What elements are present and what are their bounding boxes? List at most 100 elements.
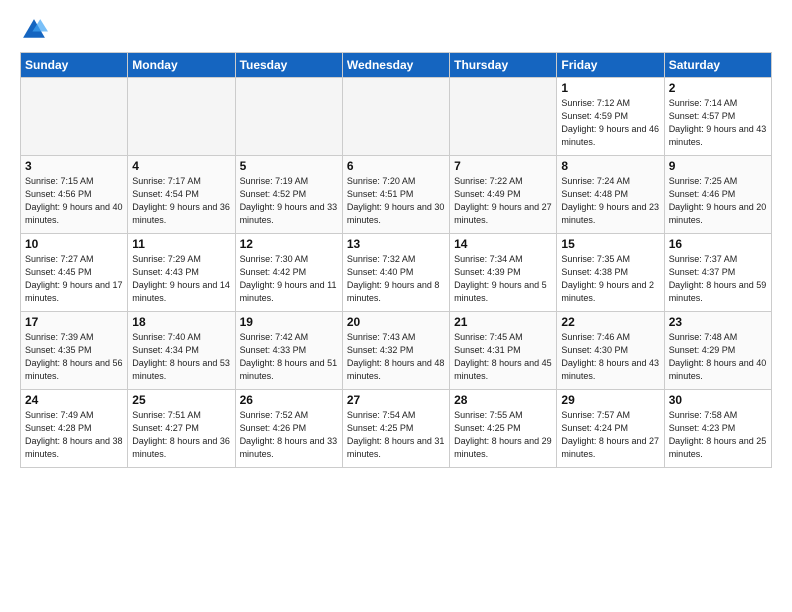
weekday-header-friday: Friday <box>557 53 664 78</box>
day-info: Sunrise: 7:55 AM Sunset: 4:25 PM Dayligh… <box>454 409 552 461</box>
calendar-cell <box>21 78 128 156</box>
day-number: 16 <box>669 237 767 251</box>
day-number: 28 <box>454 393 552 407</box>
calendar-week-5: 24Sunrise: 7:49 AM Sunset: 4:28 PM Dayli… <box>21 390 772 468</box>
calendar-cell: 26 Sunrise: 7:52 AM Sunset: 4:26 PM Dayli… <box>235 390 342 468</box>
day-info: Sunrise: 7:48 AM Sunset: 4:29 PM Dayligh… <box>669 331 767 383</box>
day-info: Sunrise: 7:30 AM Sunset: 4:42 PM Dayligh… <box>240 253 338 305</box>
weekday-header-thursday: Thursday <box>450 53 557 78</box>
day-number: 15 <box>561 237 659 251</box>
day-info: Sunrise: 7:19 AM Sunset: 4:52 PM Dayligh… <box>240 175 338 227</box>
day-info: Sunrise: 7:58 AM Sunset: 4:23 PM Dayligh… <box>669 409 767 461</box>
day-number: 17 <box>25 315 123 329</box>
day-number: 4 <box>132 159 230 173</box>
calendar-cell: 2 Sunrise: 7:14 AM Sunset: 4:57 PM Daylig… <box>664 78 771 156</box>
calendar-cell: 3 Sunrise: 7:15 AM Sunset: 4:56 PM Daylig… <box>21 156 128 234</box>
calendar-week-1: 1 Sunrise: 7:12 AM Sunset: 4:59 PM Daylig… <box>21 78 772 156</box>
calendar-cell <box>235 78 342 156</box>
weekday-header-monday: Monday <box>128 53 235 78</box>
calendar-table: SundayMondayTuesdayWednesdayThursdayFrid… <box>20 52 772 468</box>
calendar-cell: 15 Sunrise: 7:35 AM Sunset: 4:38 PM Dayli… <box>557 234 664 312</box>
day-info: Sunrise: 7:43 AM Sunset: 4:32 PM Dayligh… <box>347 331 445 383</box>
day-info: Sunrise: 7:37 AM Sunset: 4:37 PM Dayligh… <box>669 253 767 305</box>
calendar-cell: 5 Sunrise: 7:19 AM Sunset: 4:52 PM Daylig… <box>235 156 342 234</box>
day-info: Sunrise: 7:17 AM Sunset: 4:54 PM Dayligh… <box>132 175 230 227</box>
day-number: 21 <box>454 315 552 329</box>
day-number: 10 <box>25 237 123 251</box>
calendar-cell: 10 Sunrise: 7:27 AM Sunset: 4:45 PM Dayli… <box>21 234 128 312</box>
calendar-cell: 24Sunrise: 7:49 AM Sunset: 4:28 PM Dayli… <box>21 390 128 468</box>
day-info: Sunrise: 7:14 AM Sunset: 4:57 PM Dayligh… <box>669 97 767 149</box>
day-info: Sunrise: 7:20 AM Sunset: 4:51 PM Dayligh… <box>347 175 445 227</box>
day-number: 11 <box>132 237 230 251</box>
day-info: Sunrise: 7:35 AM Sunset: 4:38 PM Dayligh… <box>561 253 659 305</box>
day-number: 25 <box>132 393 230 407</box>
day-info: Sunrise: 7:57 AM Sunset: 4:24 PM Dayligh… <box>561 409 659 461</box>
day-info: Sunrise: 7:29 AM Sunset: 4:43 PM Dayligh… <box>132 253 230 305</box>
day-info: Sunrise: 7:24 AM Sunset: 4:48 PM Dayligh… <box>561 175 659 227</box>
day-number: 30 <box>669 393 767 407</box>
day-info: Sunrise: 7:22 AM Sunset: 4:49 PM Dayligh… <box>454 175 552 227</box>
day-info: Sunrise: 7:27 AM Sunset: 4:45 PM Dayligh… <box>25 253 123 305</box>
day-info: Sunrise: 7:32 AM Sunset: 4:40 PM Dayligh… <box>347 253 445 305</box>
day-info: Sunrise: 7:49 AM Sunset: 4:28 PM Dayligh… <box>25 409 123 461</box>
day-info: Sunrise: 7:40 AM Sunset: 4:34 PM Dayligh… <box>132 331 230 383</box>
calendar-header-row: SundayMondayTuesdayWednesdayThursdayFrid… <box>21 53 772 78</box>
calendar-cell <box>450 78 557 156</box>
day-number: 22 <box>561 315 659 329</box>
day-info: Sunrise: 7:42 AM Sunset: 4:33 PM Dayligh… <box>240 331 338 383</box>
day-info: Sunrise: 7:15 AM Sunset: 4:56 PM Dayligh… <box>25 175 123 227</box>
day-number: 5 <box>240 159 338 173</box>
day-info: Sunrise: 7:34 AM Sunset: 4:39 PM Dayligh… <box>454 253 552 305</box>
calendar-cell: 21 Sunrise: 7:45 AM Sunset: 4:31 PM Dayli… <box>450 312 557 390</box>
calendar-cell: 29 Sunrise: 7:57 AM Sunset: 4:24 PM Dayli… <box>557 390 664 468</box>
logo <box>20 16 52 44</box>
calendar-cell: 14Sunrise: 7:34 AM Sunset: 4:39 PM Dayli… <box>450 234 557 312</box>
calendar-cell <box>128 78 235 156</box>
calendar-cell: 25 Sunrise: 7:51 AM Sunset: 4:27 PM Dayli… <box>128 390 235 468</box>
day-number: 9 <box>669 159 767 173</box>
day-info: Sunrise: 7:54 AM Sunset: 4:25 PM Dayligh… <box>347 409 445 461</box>
logo-icon <box>20 16 48 44</box>
calendar-cell: 17Sunrise: 7:39 AM Sunset: 4:35 PM Dayli… <box>21 312 128 390</box>
header <box>20 16 772 44</box>
calendar-cell: 12 Sunrise: 7:30 AM Sunset: 4:42 PM Dayli… <box>235 234 342 312</box>
day-number: 1 <box>561 81 659 95</box>
day-info: Sunrise: 7:52 AM Sunset: 4:26 PM Dayligh… <box>240 409 338 461</box>
day-number: 7 <box>454 159 552 173</box>
calendar-cell: 4 Sunrise: 7:17 AM Sunset: 4:54 PM Daylig… <box>128 156 235 234</box>
day-info: Sunrise: 7:25 AM Sunset: 4:46 PM Dayligh… <box>669 175 767 227</box>
calendar-cell: 13Sunrise: 7:32 AM Sunset: 4:40 PM Dayli… <box>342 234 449 312</box>
calendar-cell: 28 Sunrise: 7:55 AM Sunset: 4:25 PM Dayli… <box>450 390 557 468</box>
calendar-week-2: 3 Sunrise: 7:15 AM Sunset: 4:56 PM Daylig… <box>21 156 772 234</box>
calendar-cell: 1 Sunrise: 7:12 AM Sunset: 4:59 PM Daylig… <box>557 78 664 156</box>
calendar-cell: 16 Sunrise: 7:37 AM Sunset: 4:37 PM Dayli… <box>664 234 771 312</box>
day-number: 2 <box>669 81 767 95</box>
day-number: 6 <box>347 159 445 173</box>
weekday-header-sunday: Sunday <box>21 53 128 78</box>
day-number: 3 <box>25 159 123 173</box>
calendar-week-3: 10 Sunrise: 7:27 AM Sunset: 4:45 PM Dayli… <box>21 234 772 312</box>
weekday-header-saturday: Saturday <box>664 53 771 78</box>
day-number: 20 <box>347 315 445 329</box>
day-number: 23 <box>669 315 767 329</box>
day-number: 27 <box>347 393 445 407</box>
day-number: 12 <box>240 237 338 251</box>
day-number: 19 <box>240 315 338 329</box>
day-number: 26 <box>240 393 338 407</box>
day-number: 18 <box>132 315 230 329</box>
calendar-cell: 8Sunrise: 7:24 AM Sunset: 4:48 PM Daylig… <box>557 156 664 234</box>
calendar-cell: 18 Sunrise: 7:40 AM Sunset: 4:34 PM Dayli… <box>128 312 235 390</box>
calendar-cell: 9 Sunrise: 7:25 AM Sunset: 4:46 PM Daylig… <box>664 156 771 234</box>
calendar-cell <box>342 78 449 156</box>
day-number: 29 <box>561 393 659 407</box>
calendar-cell: 11 Sunrise: 7:29 AM Sunset: 4:43 PM Dayli… <box>128 234 235 312</box>
calendar-cell: 30 Sunrise: 7:58 AM Sunset: 4:23 PM Dayli… <box>664 390 771 468</box>
calendar-cell: 7 Sunrise: 7:22 AM Sunset: 4:49 PM Daylig… <box>450 156 557 234</box>
day-info: Sunrise: 7:12 AM Sunset: 4:59 PM Dayligh… <box>561 97 659 149</box>
day-info: Sunrise: 7:46 AM Sunset: 4:30 PM Dayligh… <box>561 331 659 383</box>
day-info: Sunrise: 7:51 AM Sunset: 4:27 PM Dayligh… <box>132 409 230 461</box>
day-info: Sunrise: 7:45 AM Sunset: 4:31 PM Dayligh… <box>454 331 552 383</box>
calendar-cell: 23 Sunrise: 7:48 AM Sunset: 4:29 PM Dayli… <box>664 312 771 390</box>
calendar-cell: 22 Sunrise: 7:46 AM Sunset: 4:30 PM Dayli… <box>557 312 664 390</box>
